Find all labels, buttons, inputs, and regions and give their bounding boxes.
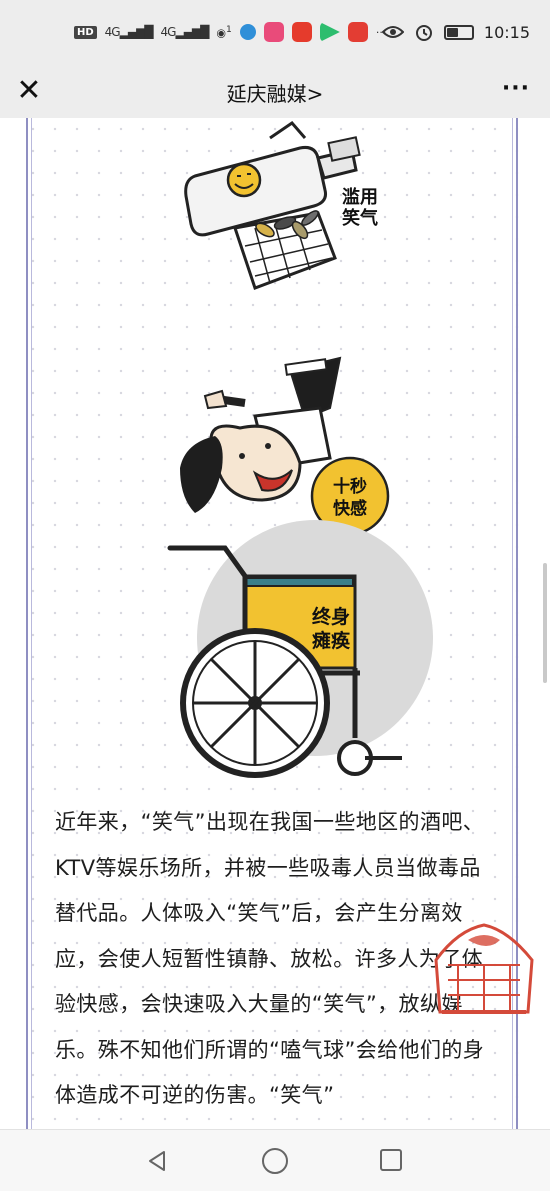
system-navigation-bar <box>0 1129 550 1191</box>
illus-label-pleasure-2: 快感 <box>333 498 367 519</box>
laughing-gas-illustration: 滥用 笑气 十秒 快感 终身 瘫痪 <box>167 121 433 778</box>
illus-label-paralysis-2: 瘫痪 <box>312 629 351 652</box>
signal-2-label: 4G <box>160 25 177 39</box>
account-title[interactable]: 延庆融媒> <box>0 78 550 107</box>
illus-label-abuse-1: 滥用 <box>342 186 378 208</box>
app-icon-news <box>347 22 368 42</box>
hotspot-icon: ◉1 <box>216 24 232 40</box>
gas-canister-icon <box>184 121 361 237</box>
app-icon-play <box>319 22 340 42</box>
clock: 10:15 <box>483 22 530 42</box>
back-icon[interactable] <box>146 1149 168 1173</box>
home-icon[interactable] <box>262 1148 288 1174</box>
nav-bar: ✕ 延庆融媒> ··· <box>0 68 550 118</box>
recent-apps-icon[interactable] <box>380 1149 402 1171</box>
illus-label-abuse-2: 笑气 <box>342 207 378 229</box>
alarm-icon <box>415 25 432 41</box>
seal-stamp-icon <box>434 923 534 1014</box>
signal-icon-2: 4G▂▄▆█ <box>160 25 210 39</box>
account-name[interactable]: 延庆融媒 <box>227 82 307 106</box>
eye-icon <box>381 26 404 38</box>
scrollbar[interactable] <box>543 563 547 683</box>
signal-icon-1: 4G▂▄▆█ <box>104 25 154 39</box>
app-icon-pink <box>263 22 284 42</box>
illus-label-paralysis-1: 终身 <box>312 605 350 628</box>
battery-icon <box>443 24 474 40</box>
status-bar: HD 4G▂▄▆█ 4G▂▄▆█ ◉1 ··· 10:15 <box>0 0 550 68</box>
more-options-icon[interactable]: ··· <box>502 76 530 101</box>
battery-level <box>446 27 458 37</box>
status-left: HD 4G▂▄▆█ 4G▂▄▆█ ◉1 ··· <box>74 22 386 42</box>
chevron-right-icon[interactable]: > <box>307 82 324 106</box>
status-right: 10:15 <box>381 22 530 42</box>
app-icon-red <box>291 22 312 42</box>
illus-label-pleasure-1: 十秒 <box>333 476 367 497</box>
signal-1-label: 4G <box>104 25 121 39</box>
app-icon-browser <box>239 24 256 40</box>
hd-icon: HD <box>74 25 97 39</box>
hotspot-count: 1 <box>226 24 232 36</box>
